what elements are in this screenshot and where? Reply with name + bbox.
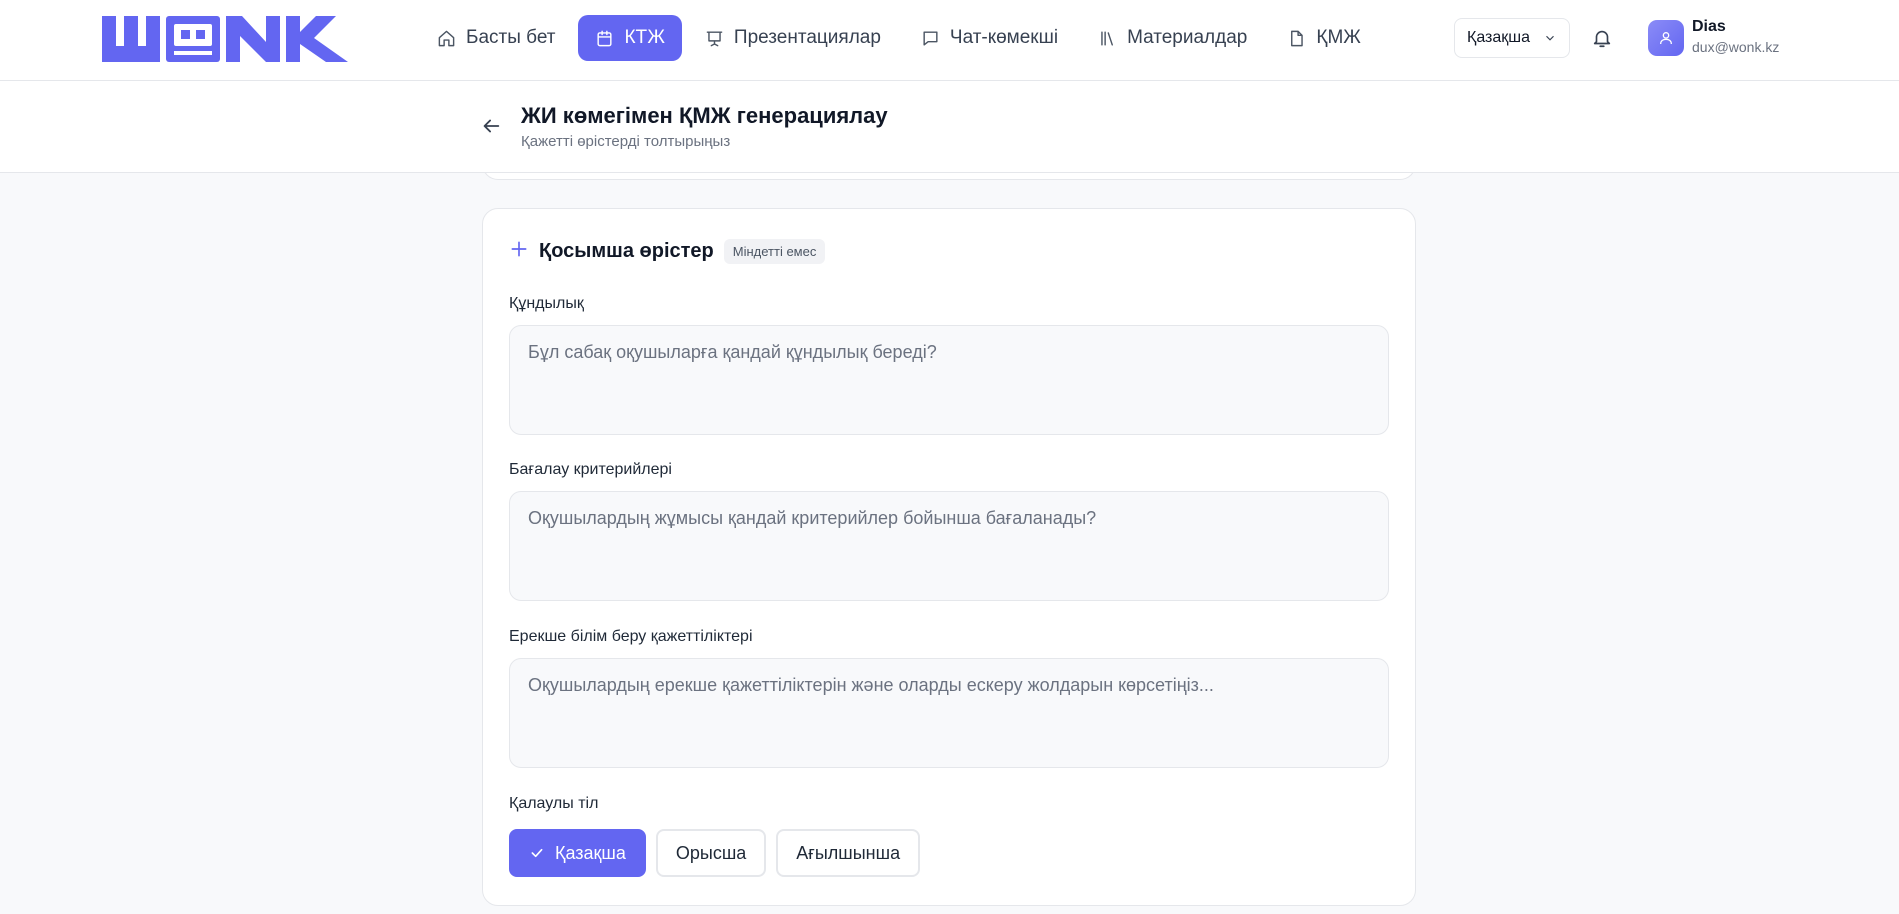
plus-icon[interactable] [509, 239, 529, 264]
main-nav: Басты бет КТЖ Презентациялар Чат-көмекші… [420, 15, 1378, 61]
assessment-criteria-textarea[interactable] [509, 491, 1389, 601]
language-option-label: Орысша [675, 842, 747, 863]
card-header: Қосымша өрістер Міндетті емес [509, 239, 826, 264]
nav-item-label: КТЖ [624, 27, 665, 48]
page-header: ЖИ көмегімен ҚМЖ генерациялау Қажетті өр… [0, 81, 1899, 173]
home-icon [438, 30, 455, 46]
nav-item-home[interactable]: Басты бет [420, 15, 572, 61]
presentation-icon [706, 30, 723, 46]
user-name: Dias [1692, 18, 1726, 35]
language-select-value: Қазақша [1467, 29, 1531, 46]
language-options: Қазақша Орысша Ағылшынша [509, 829, 921, 877]
file-icon [1291, 30, 1304, 46]
language-option-label: Қазақша [555, 842, 626, 863]
language-option-label: Ағылшынша [796, 842, 901, 863]
check-icon [531, 848, 543, 858]
nav-item-label: ҚМЖ [1316, 27, 1361, 48]
arrow-left-icon [483, 119, 500, 133]
special-needs-textarea[interactable] [509, 658, 1389, 768]
language-option-english[interactable]: Ағылшынша [776, 829, 921, 877]
wonk-logo[interactable] [102, 16, 348, 62]
value-textarea[interactable] [509, 325, 1389, 435]
additional-fields-card: Қосымша өрістер Міндетті емес Құндылық Б… [482, 208, 1416, 906]
notifications-button[interactable] [1591, 27, 1613, 49]
nav-item-label: Басты бет [466, 27, 556, 48]
nav-item-materials[interactable]: Материалдар [1081, 15, 1264, 61]
card-title: Қосымша өрістер [539, 240, 714, 262]
nav-item-presentations[interactable]: Презентациялар [688, 15, 898, 61]
value-field-label: Құндылық [509, 295, 584, 312]
nav-item-label: Презентациялар [733, 27, 881, 48]
calendar-icon [597, 30, 613, 46]
user-icon [1660, 32, 1672, 45]
nav-item-label: Материалдар [1127, 27, 1248, 48]
avatar[interactable] [1648, 20, 1684, 56]
language-option-russian[interactable]: Орысша [655, 829, 767, 877]
language-select[interactable]: Қазақша [1454, 18, 1570, 58]
language-option-kazakh[interactable]: Қазақша [509, 829, 646, 877]
nav-item-chat-assistant[interactable]: Чат-көмекші [904, 15, 1075, 61]
library-icon [1101, 30, 1114, 46]
page-title: ЖИ көмегімен ҚМЖ генерациялау [521, 103, 888, 128]
nav-item-label: Чат-көмекші [949, 27, 1059, 48]
nav-item-ktzh[interactable]: КТЖ [578, 15, 682, 61]
optional-badge: Міндетті емес [723, 239, 826, 264]
page-subtitle: Қажетті өрістерді толтырыңыз [521, 133, 731, 150]
assessment-criteria-label: Бағалау критерийлері [509, 461, 672, 478]
chevron-down-icon [1546, 35, 1554, 41]
back-button[interactable] [480, 115, 504, 139]
chat-icon [923, 30, 938, 46]
bell-icon [1593, 30, 1611, 48]
preferred-language-label: Қалаулы тіл [509, 795, 599, 812]
special-needs-label: Ерекше білім беру қажеттіліктері [509, 628, 753, 645]
top-navigation-bar: Басты бет КТЖ Презентациялар Чат-көмекші… [0, 0, 1899, 81]
user-email: dux@wonk.kz [1692, 39, 1780, 55]
nav-item-kmzh[interactable]: ҚМЖ [1270, 15, 1377, 61]
